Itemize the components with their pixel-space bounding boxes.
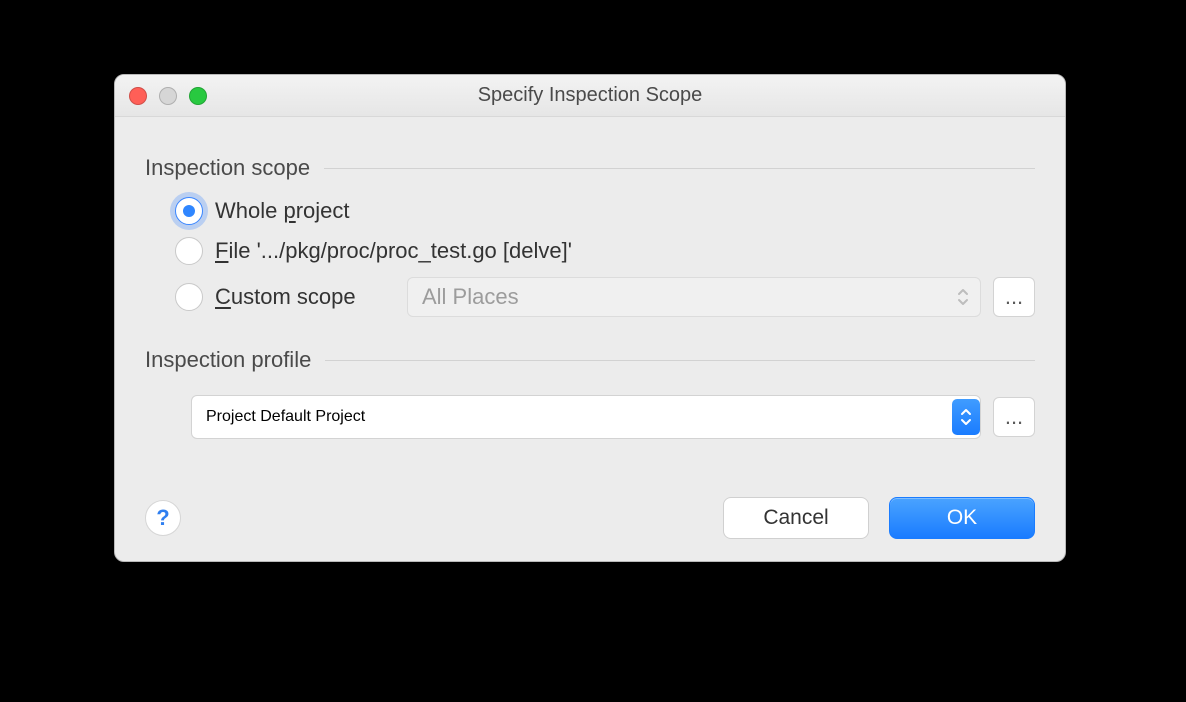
profile-selected: Project Default <box>206 408 311 425</box>
mnemonic-char: C <box>215 284 231 309</box>
profile-combo[interactable]: Project Default Project <box>191 395 981 439</box>
ellipsis-icon: ... <box>1005 284 1023 310</box>
radio-label-suffix: ustom scope <box>231 284 356 309</box>
custom-scope-combo[interactable]: All Places <box>407 277 981 317</box>
scope-group-label: Inspection scope <box>145 155 310 181</box>
button-label: OK <box>947 506 977 530</box>
help-icon: ? <box>156 505 169 531</box>
cancel-button[interactable]: Cancel <box>723 497 869 539</box>
radio-label: File '.../pkg/proc/proc_test.go [delve]' <box>215 238 572 264</box>
chevron-up-down-icon <box>954 283 972 311</box>
radio-label: Whole project <box>215 198 350 224</box>
chevron-up-down-icon <box>952 399 980 435</box>
radio-icon <box>175 197 203 225</box>
profile-browse-button[interactable]: ... <box>993 397 1035 437</box>
radio-icon[interactable] <box>175 283 203 311</box>
profile-group-header: Inspection profile <box>145 347 1035 373</box>
titlebar[interactable]: Specify Inspection Scope <box>115 75 1065 117</box>
traffic-lights <box>129 87 207 105</box>
minimize-icon[interactable] <box>159 87 177 105</box>
inspection-scope-dialog: Specify Inspection Scope Inspection scop… <box>114 74 1066 562</box>
ok-button[interactable]: OK <box>889 497 1035 539</box>
zoom-icon[interactable] <box>189 87 207 105</box>
mnemonic-char: F <box>215 238 228 263</box>
radio-whole-project[interactable]: Whole project <box>145 191 1035 231</box>
radio-label-suffix: roject <box>296 198 350 223</box>
close-icon[interactable] <box>129 87 147 105</box>
divider <box>324 168 1035 169</box>
profile-group-label: Inspection profile <box>145 347 311 373</box>
radio-custom-scope-row: Custom scope All Places ... <box>145 271 1035 323</box>
radio-file[interactable]: File '.../pkg/proc/proc_test.go [delve]' <box>145 231 1035 271</box>
custom-scope-browse-button[interactable]: ... <box>993 277 1035 317</box>
window-title: Specify Inspection Scope <box>115 84 1065 107</box>
help-button[interactable]: ? <box>145 500 181 536</box>
radio-label-prefix: Whole <box>215 198 283 223</box>
radio-custom-scope[interactable]: Custom scope <box>215 284 395 310</box>
radio-label-suffix: ile '.../pkg/proc/proc_test.go [delve]' <box>228 238 571 263</box>
divider <box>325 360 1035 361</box>
button-row: ? Cancel OK <box>145 497 1035 539</box>
mnemonic-char: p <box>283 198 295 223</box>
combo-value: All Places <box>422 284 519 310</box>
profile-row: Project Default Project ... <box>145 383 1035 439</box>
radio-icon <box>175 237 203 265</box>
profile-secondary: Project <box>315 408 365 425</box>
ellipsis-icon: ... <box>1005 404 1023 430</box>
button-label: Cancel <box>763 506 828 530</box>
scope-group-header: Inspection scope <box>145 155 1035 181</box>
